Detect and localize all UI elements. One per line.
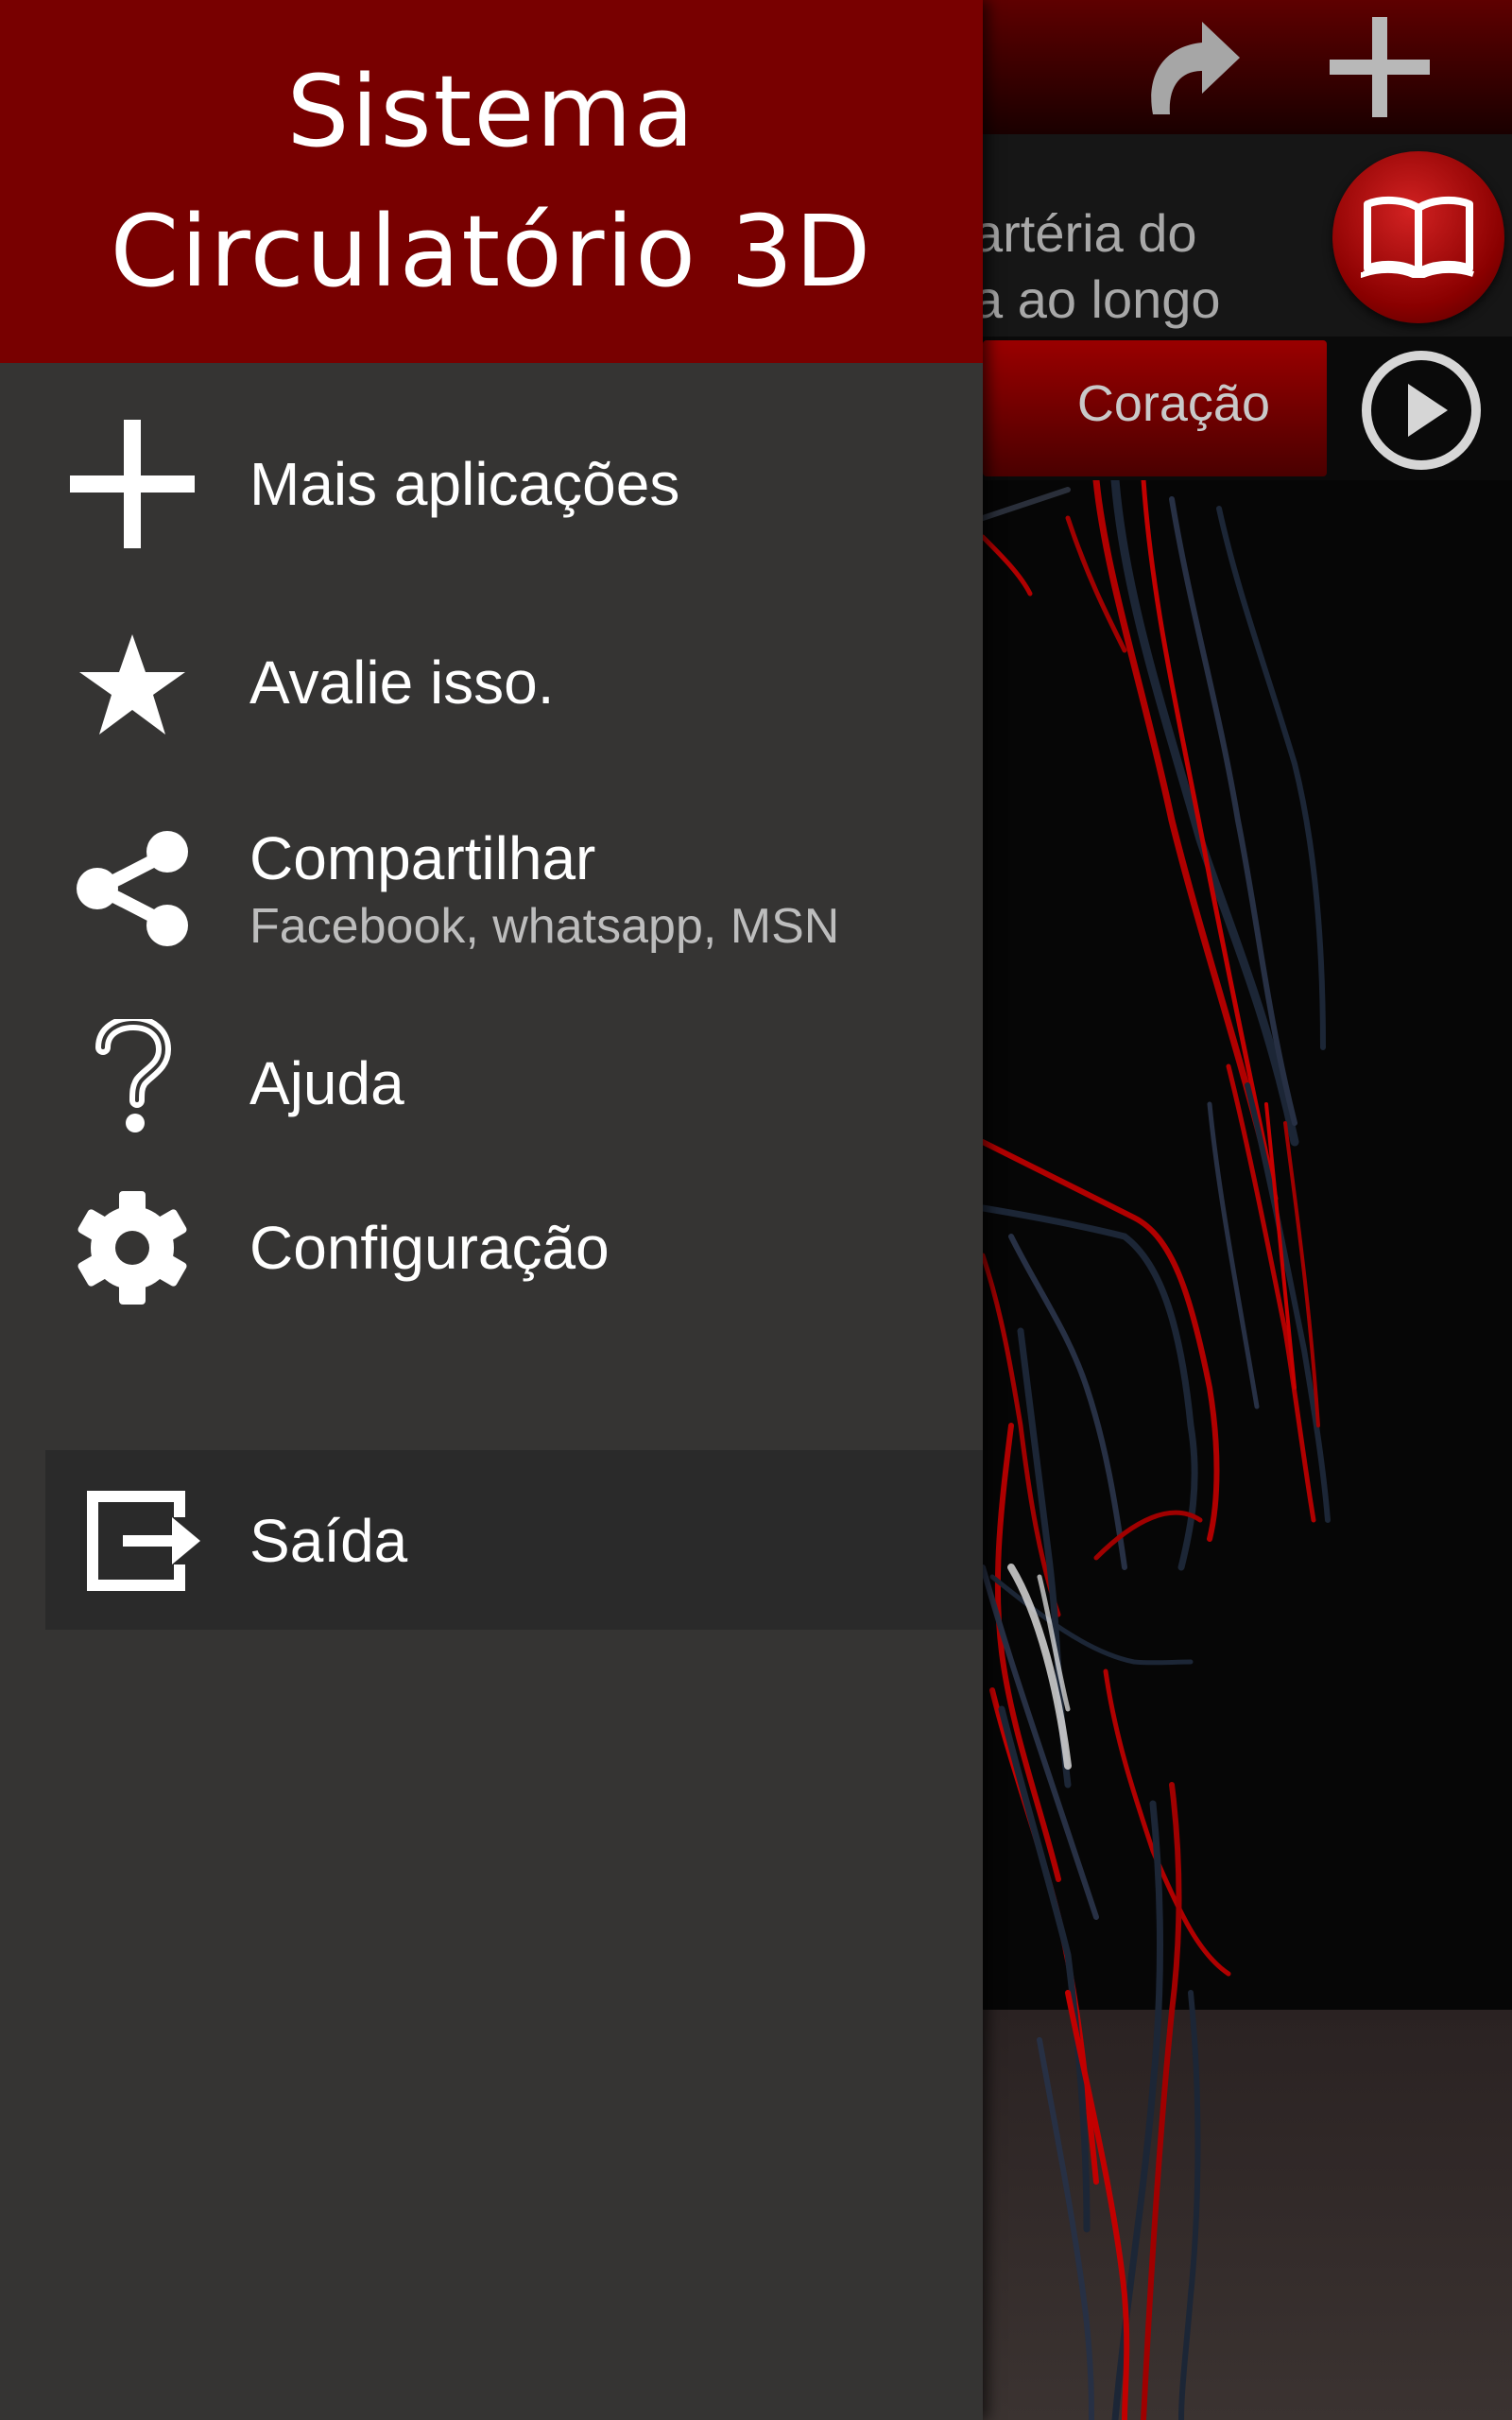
menu-item-label: Mais aplicações (249, 450, 680, 518)
gear-icon (66, 1182, 198, 1314)
app-root: artéria do a ao longo Coração Sistema Ci… (0, 0, 1512, 2420)
menu-item-exit[interactable]: Saída (45, 1450, 983, 1630)
question-icon (66, 1011, 198, 1144)
menu-item-label: Saída (249, 1507, 408, 1575)
blood-vessels-model[interactable] (983, 480, 1512, 2420)
navigation-drawer: Sistema Circulatório 3D Mais aplicações … (0, 0, 983, 2420)
menu-item-label: Ajuda (249, 1049, 404, 1117)
description-text: artéria do a ao longo (973, 203, 1221, 329)
menu-item-rate[interactable]: Avalie isso. (0, 596, 983, 775)
plus-icon[interactable] (1314, 0, 1446, 134)
menu-item-share[interactable]: Compartilhar Facebook, whatsapp, MSN (0, 796, 983, 985)
menu-item-label: Compartilhar (249, 824, 596, 892)
drawer-header: Sistema Circulatório 3D (0, 0, 983, 363)
tab-heart-label: Coração (1076, 375, 1270, 432)
menu-item-more-apps[interactable]: Mais aplicações (0, 395, 983, 573)
menu-item-sublabel: Facebook, whatsapp, MSN (249, 899, 840, 954)
redo-icon[interactable] (1125, 0, 1257, 134)
plus-icon (66, 418, 198, 550)
exit-icon (77, 1475, 210, 1607)
share-icon (66, 822, 198, 955)
app-title: Sistema Circulatório 3D (110, 54, 873, 309)
tab-heart[interactable]: Coração (983, 340, 1327, 476)
menu-item-label: Configuração (249, 1214, 610, 1282)
star-icon (66, 618, 198, 751)
menu-item-help[interactable]: Ajuda (0, 1002, 983, 1163)
play-button[interactable] (1357, 348, 1486, 476)
menu-item-settings[interactable]: Configuração (0, 1172, 983, 1323)
menu-item-label: Avalie isso. (249, 648, 555, 717)
book-button[interactable] (1332, 151, 1504, 323)
play-icon (1359, 348, 1484, 477)
book-icon (1360, 193, 1477, 283)
